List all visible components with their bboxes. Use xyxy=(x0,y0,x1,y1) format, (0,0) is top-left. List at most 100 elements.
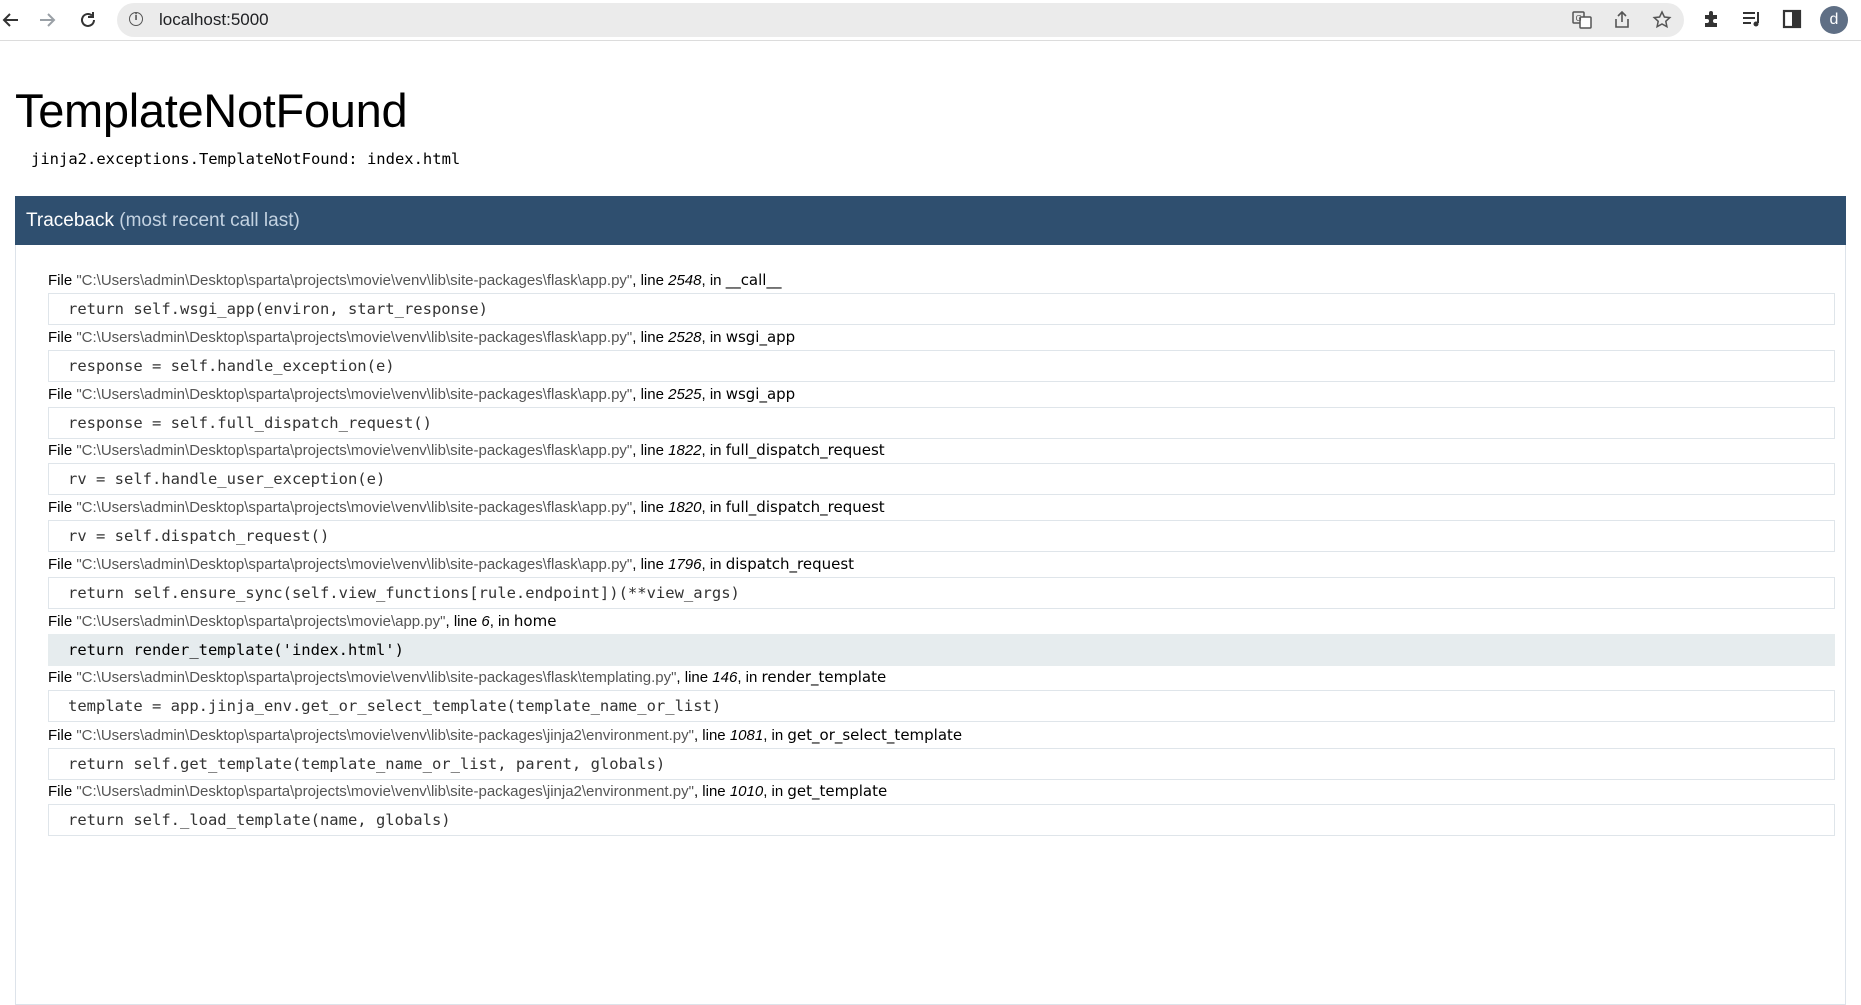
traceback-frame[interactable]: File "C:\Users\admin\Desktop\sparta\proj… xyxy=(48,441,1835,495)
line-label: line xyxy=(640,329,664,346)
file-label: File xyxy=(48,783,73,800)
error-title: TemplateNotFound xyxy=(15,84,408,137)
line-label: line xyxy=(453,613,478,630)
file-label: File xyxy=(48,556,73,573)
line-label: line xyxy=(640,442,664,459)
line-label: line xyxy=(702,783,726,800)
frame-filename: "C:\Users\admin\Desktop\sparta\projects\… xyxy=(76,727,694,744)
extensions-icon[interactable] xyxy=(1701,8,1725,32)
frame-source[interactable]: rv = self.handle_user_exception(e) xyxy=(48,463,1835,495)
frame-line-number: 1010 xyxy=(729,783,764,800)
browser-toolbar: i localhost:5000 G d xyxy=(0,0,1861,41)
frame-source[interactable]: return self.get_template(template_name_o… xyxy=(48,748,1835,780)
frame-function: get_template xyxy=(787,782,888,800)
frame-source[interactable]: template = app.jinja_env.get_or_select_t… xyxy=(48,690,1835,722)
frame-location: File "C:\Users\admin\Desktop\sparta\proj… xyxy=(48,726,963,744)
frame-location: File "C:\Users\admin\Desktop\sparta\proj… xyxy=(48,271,782,289)
address-bar[interactable]: i localhost:5000 G xyxy=(117,3,1684,37)
file-label: File xyxy=(48,329,73,346)
bookmark-star-icon[interactable] xyxy=(1652,10,1672,30)
frame-source-current[interactable]: return render_template('index.html') xyxy=(48,634,1835,666)
reload-icon[interactable] xyxy=(74,6,102,34)
line-label: line xyxy=(684,669,709,686)
line-label: line xyxy=(640,556,664,573)
frame-line-number: 1820 xyxy=(668,499,702,516)
in-label: in xyxy=(709,556,722,573)
in-label: in xyxy=(745,669,758,686)
frame-line-number: 1822 xyxy=(668,442,702,459)
frame-function: full_dispatch_request xyxy=(725,441,885,459)
file-label: File xyxy=(48,499,73,516)
frame-function: dispatch_request xyxy=(725,555,855,573)
frame-source[interactable]: response = self.full_dispatch_request() xyxy=(48,407,1835,439)
traceback-frame[interactable]: File "C:\Users\admin\Desktop\sparta\proj… xyxy=(48,328,1835,382)
frame-filename: "C:\Users\admin\Desktop\sparta\projects\… xyxy=(76,329,633,346)
file-label: File xyxy=(48,386,73,403)
frame-line-number: 146 xyxy=(712,669,738,686)
frame-location: File "C:\Users\admin\Desktop\sparta\proj… xyxy=(48,612,557,630)
traceback-frame[interactable]: File "C:\Users\admin\Desktop\sparta\proj… xyxy=(48,668,1835,722)
in-label: in xyxy=(709,386,722,403)
frame-location: File "C:\Users\admin\Desktop\sparta\proj… xyxy=(48,441,885,459)
line-label: line xyxy=(640,272,664,289)
frame-source[interactable]: return self.wsgi_app(environ, start_resp… xyxy=(48,293,1835,325)
error-message: jinja2.exceptions.TemplateNotFound: inde… xyxy=(31,150,461,168)
frame-function: get_or_select_template xyxy=(787,726,963,744)
line-label: line xyxy=(702,727,726,744)
in-label: in xyxy=(498,613,510,630)
frame-location: File "C:\Users\admin\Desktop\sparta\proj… xyxy=(48,498,885,516)
traceback-frame[interactable]: File "C:\Users\admin\Desktop\sparta\proj… xyxy=(48,498,1835,552)
file-label: File xyxy=(48,727,73,744)
frame-location: File "C:\Users\admin\Desktop\sparta\proj… xyxy=(48,668,887,686)
address-url[interactable]: localhost:5000 xyxy=(159,10,269,30)
frame-source[interactable]: rv = self.dispatch_request() xyxy=(48,520,1835,552)
frame-function: wsgi_app xyxy=(725,328,796,346)
back-icon[interactable] xyxy=(0,6,25,34)
translate-icon[interactable]: G xyxy=(1572,10,1592,30)
in-label: in xyxy=(771,727,784,744)
frame-function: wsgi_app xyxy=(725,385,796,403)
frame-source[interactable]: return self._load_template(name, globals… xyxy=(48,804,1835,836)
traceback-frames: File "C:\Users\admin\Desktop\sparta\proj… xyxy=(15,245,1846,1005)
frame-line-number: 2548 xyxy=(668,272,702,289)
frame-filename: "C:\Users\admin\Desktop\sparta\projects\… xyxy=(76,442,633,459)
traceback-frame[interactable]: File "C:\Users\admin\Desktop\sparta\proj… xyxy=(48,726,1835,780)
frame-filename: "C:\Users\admin\Desktop\sparta\projects\… xyxy=(76,386,633,403)
in-label: in xyxy=(771,783,784,800)
traceback-frame[interactable]: File "C:\Users\admin\Desktop\sparta\proj… xyxy=(48,271,1835,325)
traceback-frame[interactable]: File "C:\Users\admin\Desktop\sparta\proj… xyxy=(48,782,1835,836)
reading-list-icon[interactable] xyxy=(1741,8,1765,32)
traceback-title: Traceback xyxy=(26,210,114,231)
frame-filename: "C:\Users\admin\Desktop\sparta\projects\… xyxy=(76,556,633,573)
frame-location: File "C:\Users\admin\Desktop\sparta\proj… xyxy=(48,328,796,346)
traceback-subtitle: (most recent call last) xyxy=(119,210,300,231)
frame-filename: "C:\Users\admin\Desktop\sparta\projects\… xyxy=(76,669,677,686)
frame-line-number: 6 xyxy=(481,613,490,630)
share-icon[interactable] xyxy=(1612,10,1632,30)
in-label: in xyxy=(709,329,722,346)
frame-filename: "C:\Users\admin\Desktop\sparta\projects\… xyxy=(76,272,633,289)
profile-avatar[interactable]: d xyxy=(1820,6,1848,34)
frame-line-number: 1796 xyxy=(668,556,702,573)
traceback-frame[interactable]: File "C:\Users\admin\Desktop\sparta\proj… xyxy=(48,385,1835,439)
frame-filename: "C:\Users\admin\Desktop\sparta\projects\… xyxy=(76,613,446,630)
info-icon[interactable]: i xyxy=(129,12,143,26)
frame-line-number: 2525 xyxy=(668,386,702,403)
forward-icon[interactable] xyxy=(33,6,61,34)
frame-line-number: 1081 xyxy=(729,727,764,744)
frame-location: File "C:\Users\admin\Desktop\sparta\proj… xyxy=(48,555,855,573)
frame-function: home xyxy=(513,612,557,630)
side-panel-icon[interactable] xyxy=(1781,8,1805,32)
line-label: line xyxy=(640,499,664,516)
frame-source[interactable]: return self.ensure_sync(self.view_functi… xyxy=(48,577,1835,609)
frame-function: render_template xyxy=(761,668,887,686)
traceback-frame[interactable]: File "C:\Users\admin\Desktop\sparta\proj… xyxy=(48,555,1835,609)
frame-source[interactable]: response = self.handle_exception(e) xyxy=(48,350,1835,382)
frame-filename: "C:\Users\admin\Desktop\sparta\projects\… xyxy=(76,783,694,800)
in-label: in xyxy=(709,272,722,289)
traceback-frame[interactable]: File "C:\Users\admin\Desktop\sparta\proj… xyxy=(48,612,1835,666)
frame-location: File "C:\Users\admin\Desktop\sparta\proj… xyxy=(48,782,888,800)
frame-location: File "C:\Users\admin\Desktop\sparta\proj… xyxy=(48,385,796,403)
in-label: in xyxy=(709,442,722,459)
file-label: File xyxy=(48,669,73,686)
